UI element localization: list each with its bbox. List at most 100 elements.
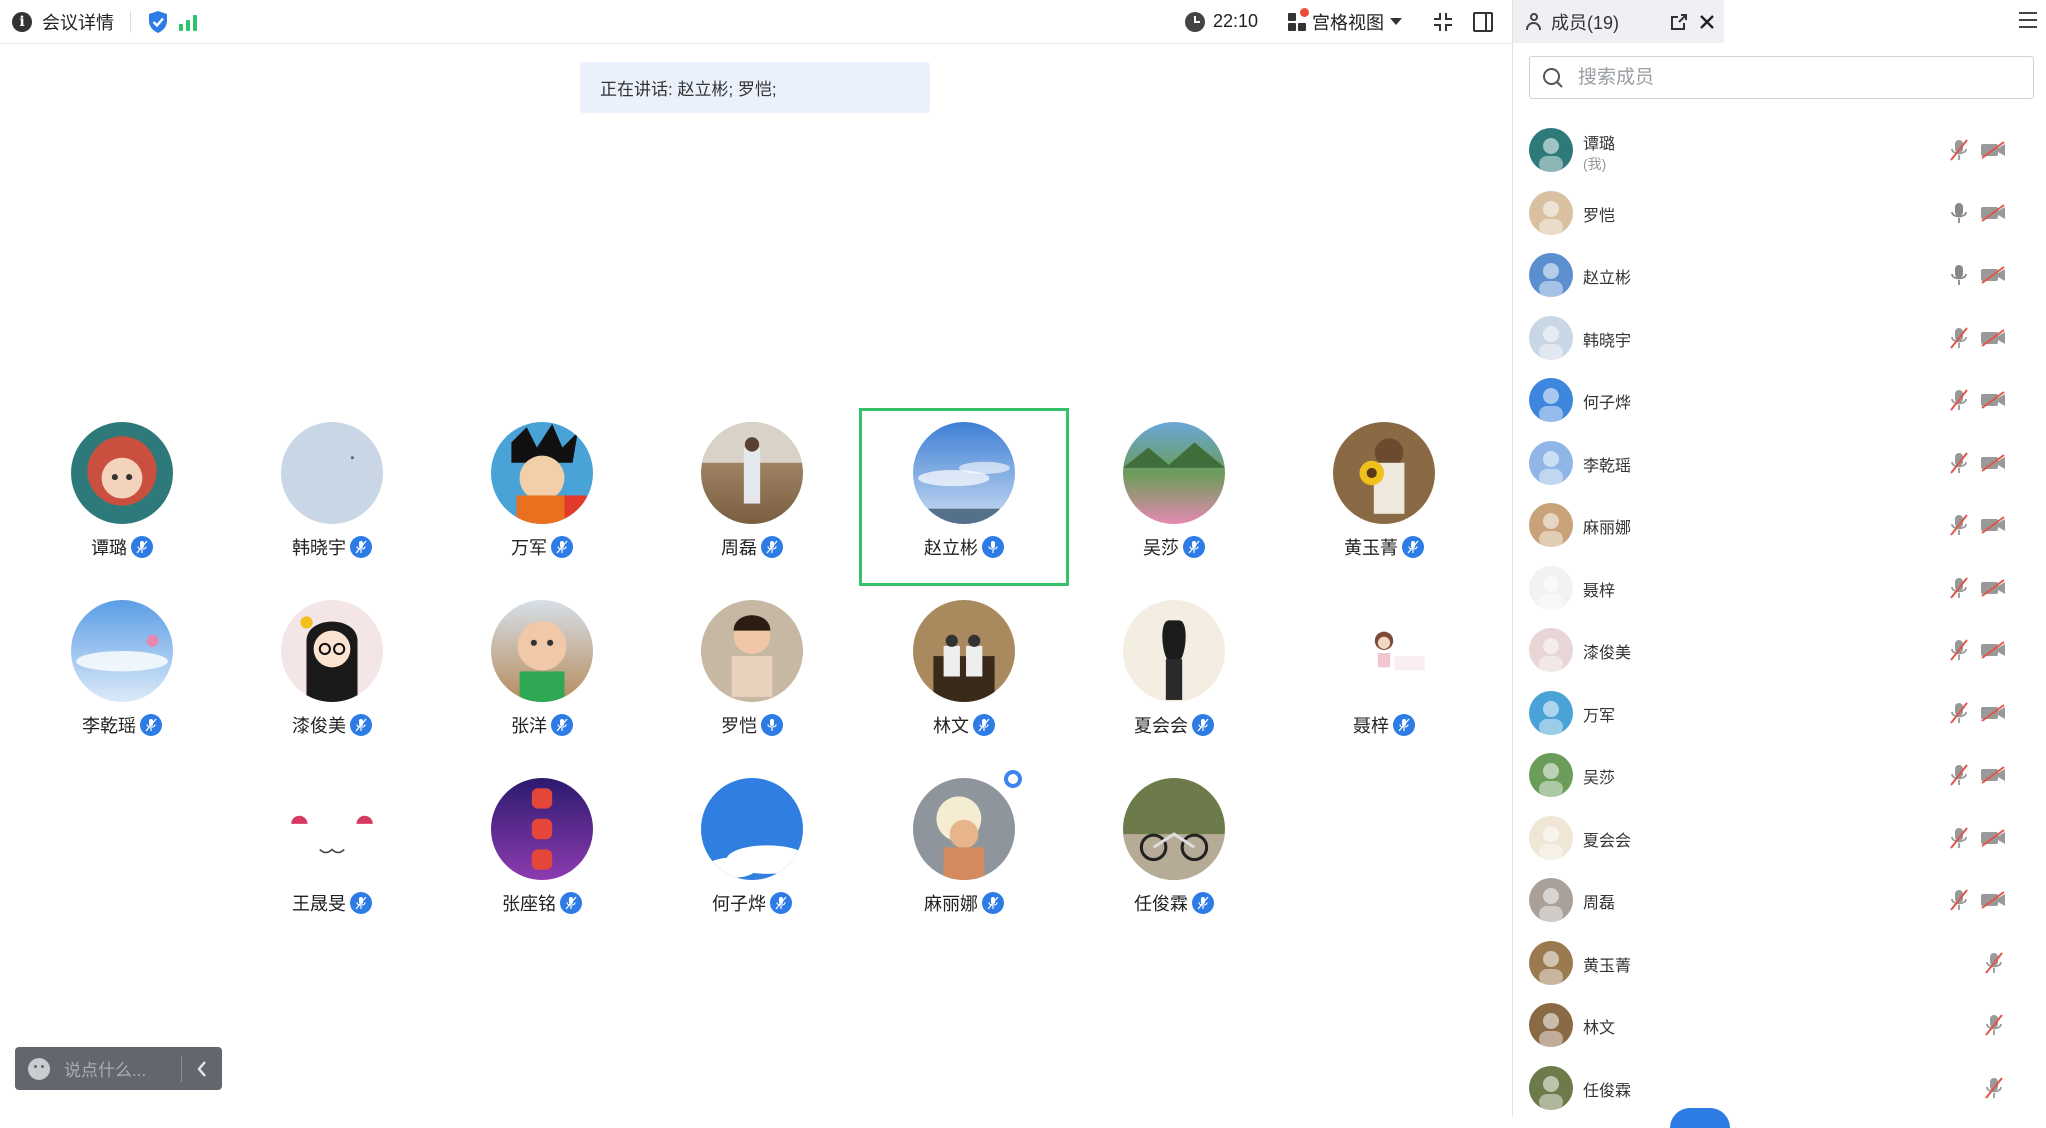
participant-tile[interactable]: 万军 bbox=[437, 408, 647, 586]
avatar bbox=[491, 778, 593, 880]
mic-muted-icon[interactable] bbox=[1948, 826, 1970, 850]
avatar bbox=[1529, 440, 1573, 485]
avatar bbox=[1529, 128, 1573, 172]
mic-muted-icon[interactable] bbox=[1948, 388, 1970, 412]
participant-tile[interactable]: 夏会会 bbox=[1069, 586, 1279, 764]
member-list-item[interactable]: 何子烨 bbox=[1513, 370, 2046, 430]
member-list-item[interactable]: 黄玉菁 bbox=[1513, 933, 2046, 993]
participant-tile[interactable]: 王晟旻 bbox=[227, 764, 437, 942]
participant-tile[interactable]: 张洋 bbox=[437, 586, 647, 764]
chat-placeholder[interactable]: 说点什么... bbox=[64, 1056, 181, 1081]
avatar bbox=[281, 600, 383, 702]
participant-tile[interactable]: 漆俊美 bbox=[227, 586, 437, 764]
participant-tile[interactable]: 林文 bbox=[859, 586, 1069, 764]
member-list-item[interactable]: 吴莎 bbox=[1513, 745, 2046, 805]
collapse-chat-button[interactable] bbox=[182, 1060, 222, 1078]
name-row: 林文 bbox=[859, 712, 1069, 738]
emoji-icon[interactable] bbox=[28, 1057, 50, 1080]
participant-tile[interactable]: 谭璐 bbox=[17, 408, 227, 586]
member-list-item[interactable]: 林文 bbox=[1513, 995, 2046, 1055]
meeting-details-label[interactable]: 会议详情 bbox=[42, 9, 114, 35]
camera-off-icon[interactable] bbox=[1980, 515, 2006, 535]
member-list-item[interactable]: 周磊 bbox=[1513, 870, 2046, 930]
participant-tile[interactable]: 韩晓宇 bbox=[227, 408, 437, 586]
camera-off-icon[interactable] bbox=[1980, 640, 2006, 660]
avatar bbox=[913, 422, 1015, 524]
chat-input-bar[interactable]: 说点什么... bbox=[15, 1047, 222, 1090]
member-list-item[interactable]: 韩晓宇 bbox=[1513, 308, 2046, 368]
avatar bbox=[1529, 378, 1573, 422]
camera-off-icon[interactable] bbox=[1980, 453, 2006, 473]
member-list-item[interactable]: 聂梓 bbox=[1513, 558, 2046, 618]
camera-off-icon[interactable] bbox=[1980, 890, 2006, 910]
mic-muted-icon[interactable] bbox=[1948, 138, 1970, 162]
participant-tile[interactable]: 李乾瑶 bbox=[17, 586, 227, 764]
member-name: 聂梓 bbox=[1583, 582, 1616, 600]
camera-off-icon[interactable] bbox=[1980, 703, 2006, 723]
shield-icon[interactable] bbox=[147, 10, 169, 34]
search-input[interactable] bbox=[1576, 65, 2033, 90]
close-panel-button[interactable] bbox=[1696, 11, 1718, 33]
signal-strength-icon[interactable] bbox=[179, 13, 197, 31]
mic-muted-icon[interactable] bbox=[1948, 638, 1970, 662]
member-list-item[interactable]: 谭璐 (我) bbox=[1513, 120, 2046, 180]
participant-tile[interactable]: 罗恺 bbox=[647, 586, 857, 764]
mic-muted-icon[interactable] bbox=[1983, 1076, 2005, 1100]
member-list-item[interactable]: 夏会会 bbox=[1513, 808, 2046, 868]
camera-off-icon[interactable] bbox=[1980, 140, 2006, 160]
camera-off-icon[interactable] bbox=[1980, 578, 2006, 598]
toggle-sidebar-button[interactable] bbox=[1472, 11, 1494, 33]
floating-action-button[interactable] bbox=[1670, 1108, 1730, 1128]
camera-off-icon[interactable] bbox=[1980, 828, 2006, 848]
camera-off-icon[interactable] bbox=[1980, 390, 2006, 410]
mic-muted-icon[interactable] bbox=[1948, 888, 1970, 912]
mic-muted-icon[interactable] bbox=[1948, 513, 1970, 537]
member-search-box[interactable] bbox=[1529, 56, 2034, 99]
exit-fullscreen-button[interactable] bbox=[1432, 11, 1454, 33]
member-list-item[interactable]: 麻丽娜 bbox=[1513, 495, 2046, 555]
mic-slash-glyph bbox=[145, 718, 157, 732]
avatar bbox=[71, 600, 173, 702]
member-name: 李乾瑶 bbox=[1583, 457, 1632, 475]
mic-muted-icon[interactable] bbox=[1983, 951, 2005, 975]
avatar bbox=[281, 422, 383, 524]
participant-tile[interactable]: 聂梓 bbox=[1279, 586, 1489, 764]
pop-out-button[interactable] bbox=[1668, 11, 1690, 33]
tab-members[interactable]: 成员(19) bbox=[1513, 0, 1724, 43]
view-mode-selector[interactable]: 宫格视图 bbox=[1312, 9, 1384, 35]
pop-out-icon bbox=[1671, 13, 1687, 30]
member-list-item[interactable]: 李乾瑶 bbox=[1513, 433, 2046, 493]
member-list-item[interactable]: 漆俊美 bbox=[1513, 620, 2046, 680]
mic-muted-icon[interactable] bbox=[1983, 1013, 2005, 1037]
camera-off-icon[interactable] bbox=[1980, 328, 2006, 348]
info-icon[interactable]: i bbox=[12, 11, 32, 32]
participant-tile[interactable]: 张座铭 bbox=[437, 764, 647, 942]
camera-off-icon[interactable] bbox=[1980, 765, 2006, 785]
participant-tile[interactable]: 黄玉菁 bbox=[1279, 408, 1489, 586]
participant-tile-active-speaker[interactable]: 赵立彬 bbox=[859, 408, 1069, 586]
mic-muted-icon[interactable] bbox=[1948, 701, 1970, 725]
menu-icon[interactable] bbox=[2019, 12, 2037, 28]
mic-on-icon[interactable] bbox=[1948, 263, 1970, 287]
camera-off-icon[interactable] bbox=[1980, 203, 2006, 223]
participant-tile[interactable]: 任俊霖 bbox=[1069, 764, 1279, 942]
member-list-item[interactable]: 任俊霖 bbox=[1513, 1058, 2046, 1118]
member-list-item[interactable]: 罗恺 bbox=[1513, 183, 2046, 243]
avatar bbox=[1529, 628, 1573, 672]
participant-tile[interactable]: 周磊 bbox=[647, 408, 857, 586]
member-list-item[interactable]: 赵立彬 bbox=[1513, 245, 2046, 305]
participant-name: 赵立彬 bbox=[924, 538, 978, 558]
mic-muted-icon[interactable] bbox=[1948, 576, 1970, 600]
participant-tile[interactable]: 吴莎 bbox=[1069, 408, 1279, 586]
grid-view-icon[interactable] bbox=[1288, 7, 1309, 31]
participant-tile[interactable]: 麻丽娜 bbox=[859, 764, 1069, 942]
member-list-item[interactable]: 万军 bbox=[1513, 683, 2046, 743]
mic-muted-icon[interactable] bbox=[1948, 451, 1970, 475]
mic-muted-icon[interactable] bbox=[1948, 763, 1970, 787]
participant-tile[interactable]: 何子烨 bbox=[647, 764, 857, 942]
mic-muted-icon[interactable] bbox=[1948, 326, 1970, 350]
mic-on-icon[interactable] bbox=[1948, 201, 1970, 225]
camera-off-icon[interactable] bbox=[1980, 265, 2006, 285]
chevron-down-icon[interactable] bbox=[1390, 18, 1402, 25]
mic-muted-icon bbox=[1393, 714, 1415, 736]
